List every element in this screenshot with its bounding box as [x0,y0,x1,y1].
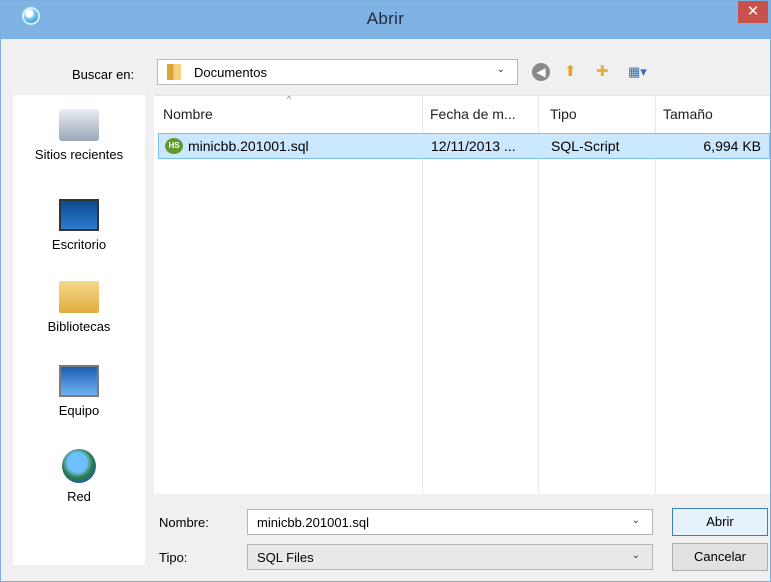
title-bar[interactable]: Abrir ✕ [1,1,770,39]
column-header-date[interactable]: Fecha de m... [430,106,516,122]
chevron-down-icon[interactable]: ⌄ [632,550,640,561]
open-file-dialog: Abrir ✕ Buscar en: Documentos ⌄ ◀ ⬆ ✚ ▦▾… [0,0,771,582]
file-type: SQL-Script [551,138,620,154]
place-desktop[interactable]: Escritorio [13,199,145,252]
close-button[interactable]: ✕ [738,1,768,23]
back-icon[interactable]: ◀ [532,63,550,81]
folder-icon [167,64,181,80]
place-network[interactable]: Red [13,449,145,504]
filetype-value: SQL Files [257,550,314,565]
place-label: Sitios recientes [34,147,124,162]
filetype-select[interactable]: SQL Files ⌄ [247,544,653,570]
file-list[interactable]: ^ Nombre Fecha de m... Tipo Tamaño HS mi… [154,94,770,494]
file-size: 6,994 KB [703,138,761,154]
column-header-row: ^ Nombre Fecha de m... Tipo Tamaño [154,94,770,130]
filename-label: Nombre: [159,515,209,530]
file-name: minicbb.201001.sql [188,138,309,154]
network-icon [62,449,96,483]
file-row[interactable]: HS minicbb.201001.sql 12/11/2013 ... SQL… [158,133,770,159]
window-title: Abrir [366,9,405,28]
up-folder-icon[interactable]: ⬆ [564,62,577,82]
place-libraries[interactable]: Bibliotecas [13,281,145,334]
place-recent[interactable]: Sitios recientes [13,109,145,162]
recent-places-icon [59,109,99,141]
look-in-dropdown[interactable]: Documentos ⌄ [157,59,518,85]
filename-value[interactable]: minicbb.201001.sql [257,515,369,530]
look-in-label: Buscar en: [72,67,135,82]
column-header-name[interactable]: Nombre [163,106,213,122]
place-label: Escritorio [51,237,107,252]
place-label: Bibliotecas [47,319,111,334]
desktop-icon [59,199,99,231]
computer-icon [59,365,99,397]
sql-file-icon: HS [165,138,183,154]
filetype-label: Tipo: [159,550,188,565]
open-button[interactable]: Abrir [672,508,768,536]
libraries-icon [59,281,99,313]
new-folder-icon[interactable]: ✚ [596,62,609,82]
view-menu-icon[interactable]: ▦▾ [628,62,656,82]
sort-ascending-icon: ^ [287,94,292,104]
places-bar: Sitios recientes Escritorio Bibliotecas … [13,95,145,565]
place-label: Equipo [58,403,100,418]
chevron-down-icon[interactable]: ⌄ [632,515,640,526]
file-date: 12/11/2013 ... [431,138,516,154]
column-header-size[interactable]: Tamaño [663,106,713,122]
place-label: Red [67,489,91,504]
chevron-down-icon[interactable]: ⌄ [497,64,505,75]
cancel-button[interactable]: Cancelar [672,543,768,571]
column-header-type[interactable]: Tipo [550,106,577,122]
look-in-value: Documentos [194,65,267,80]
filename-combobox[interactable]: minicbb.201001.sql ⌄ [247,509,653,535]
place-computer[interactable]: Equipo [13,365,145,418]
